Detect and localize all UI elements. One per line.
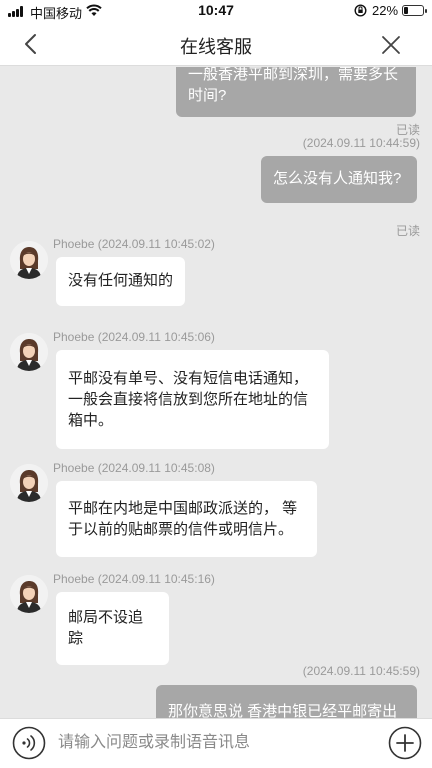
read-receipt: 已读 [395,224,420,238]
agent-avatar [10,333,48,371]
message-text: 平邮在内地是中国邮政派送的， 等于以前的贴邮票的信件或明信片。 [68,500,298,538]
agent-avatar [10,464,48,502]
message-text: 一般香港平邮到深圳，需要多长时间? [188,67,399,104]
battery-cap [425,9,427,13]
message-text: 那你意思说 香港中银已经平邮寄出 [168,703,398,718]
sender-timestamp: Phoebe (2024.09.11 10:45:08) [53,461,215,475]
navigation-bar: 在线客服 [0,22,432,66]
incoming-message-bubble: 没有任何通知的 [56,257,185,306]
battery-percent: 22% [372,3,399,18]
outgoing-message-bubble: 怎么没有人通知我? [261,156,417,203]
message-text: 邮局不设追踪 [68,609,144,647]
message-input-bar [0,718,432,768]
agent-avatar-icon [10,241,48,279]
incoming-message-bubble: 平邮在内地是中国邮政派送的， 等于以前的贴邮票的信件或明信片。 [56,481,317,557]
chat-history[interactable]: 一般香港平邮到深圳，需要多长时间? 已读 (2024.09.11 10:44:5… [0,67,432,718]
rotation-lock-icon [354,4,367,17]
message-timestamp: (2024.09.11 10:45:59) [302,664,420,678]
agent-avatar-icon [10,464,48,502]
clock: 10:47 [198,2,234,18]
sender-timestamp: Phoebe (2024.09.11 10:45:06) [53,330,215,344]
message-input[interactable] [58,729,358,757]
add-icon[interactable] [388,726,422,760]
status-bar: 中国移动 10:47 22% [0,0,432,22]
sender-timestamp: Phoebe (2024.09.11 10:45:02) [53,237,215,251]
message-text: 没有任何通知的 [68,272,174,289]
message-text: 平邮没有单号、没有短信电话通知，一般会直接将信放到您所在地址的信箱中。 [68,370,309,429]
message-timestamp: (2024.09.11 10:44:59) [302,136,420,150]
agent-avatar-icon [10,575,48,613]
sender-timestamp: Phoebe (2024.09.11 10:45:16) [53,572,215,586]
agent-avatar [10,575,48,613]
voice-record-icon[interactable] [12,726,46,760]
agent-avatar [10,241,48,279]
incoming-message-bubble: 平邮没有单号、没有短信电话通知，一般会直接将信放到您所在地址的信箱中。 [56,350,329,449]
page-title: 在线客服 [180,37,252,57]
battery-fill [404,7,408,14]
outgoing-message-bubble: 那你意思说 香港中银已经平邮寄出 [156,685,417,718]
incoming-message-bubble: 邮局不设追踪 [56,592,169,665]
battery-icon [402,5,424,16]
outgoing-message-bubble: 一般香港平邮到深圳，需要多长时间? [176,67,416,117]
close-icon[interactable] [380,34,402,56]
message-text: 怎么没有人通知我? [273,170,402,187]
agent-avatar-icon [10,333,48,371]
